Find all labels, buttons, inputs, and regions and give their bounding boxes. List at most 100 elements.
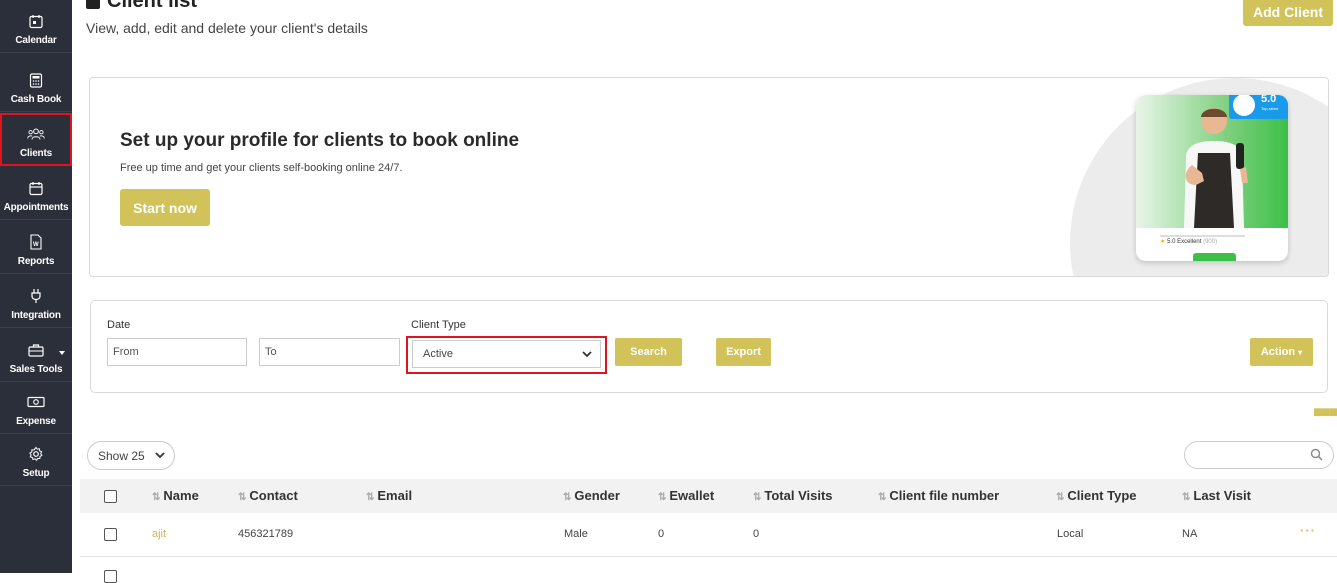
row-actions-icon[interactable]: ··· — [1300, 523, 1316, 538]
client-type-select-highlight: Active — [406, 336, 607, 374]
sidebar-item-label: Appointments — [3, 202, 69, 213]
table-row — [80, 558, 1337, 583]
cash-icon — [27, 393, 45, 411]
caret-down-icon: ▾ — [1298, 348, 1303, 357]
sort-icon: ⇅ — [658, 492, 667, 503]
search-button[interactable]: Search — [615, 338, 682, 366]
barber-illustration — [1184, 108, 1248, 228]
sidebar-item-label: Integration — [11, 310, 61, 321]
action-dropdown-button[interactable]: Action ▾ — [1250, 338, 1313, 366]
gear-icon — [27, 445, 45, 463]
sidebar-item-label: Reports — [17, 256, 55, 267]
page-size-value: Show 25 — [98, 448, 145, 463]
column-header-client-type[interactable]: ⇅ Client Type — [1056, 488, 1137, 503]
client-type: Local — [1057, 528, 1084, 540]
sidebar-item-label: Clients — [20, 148, 52, 159]
client-gender: Male — [564, 528, 588, 540]
page-title: Client list — [86, 0, 197, 13]
sort-icon: ⇅ — [878, 492, 887, 503]
sort-icon: ⇅ — [238, 492, 247, 503]
date-from-input[interactable]: From — [107, 338, 247, 366]
column-header-email[interactable]: ⇅ Email — [366, 488, 412, 503]
filter-panel: Date From To Client Type Active Search E… — [90, 300, 1328, 393]
sort-icon: ⇅ — [1056, 492, 1065, 503]
users-icon — [27, 125, 45, 143]
sidebar-item-sales-tools[interactable]: Sales Tools — [0, 329, 72, 382]
select-all-checkbox[interactable] — [104, 490, 117, 503]
sidebar-item-cash-book[interactable]: Cash Book — [0, 59, 72, 112]
export-button[interactable]: Export — [716, 338, 771, 366]
client-contact: 456321789 — [238, 528, 294, 540]
sidebar-item-label: Expense — [16, 416, 56, 427]
table-search-input[interactable] — [1184, 441, 1334, 469]
chevron-down-icon — [155, 452, 165, 459]
rating-value: 5.0 — [1261, 95, 1277, 105]
client-total-visits: 0 — [753, 528, 760, 540]
promo-book-button — [1193, 253, 1236, 261]
client-name-link[interactable]: ajit — [152, 528, 166, 540]
list-icon — [86, 0, 100, 9]
sidebar-item-label: Calendar — [15, 35, 57, 46]
sidebar-item-label: Cash Book — [10, 94, 62, 105]
calendar-icon — [27, 179, 45, 197]
row-checkbox[interactable] — [104, 570, 117, 583]
avatar — [1233, 95, 1255, 116]
column-header-contact[interactable]: ⇅ Contact — [238, 488, 298, 503]
client-type-label: Client Type — [411, 319, 466, 331]
table-row: ajit 456321789 Male 0 0 Local NA ··· — [80, 513, 1337, 557]
star-icon: ★ — [1160, 239, 1166, 245]
sidebar-item-expense[interactable]: Expense — [0, 381, 72, 434]
sidebar-item-label: Setup — [22, 468, 50, 479]
column-header-total-visits[interactable]: ⇅ Total Visits — [753, 488, 833, 503]
svg-text:W: W — [33, 242, 39, 248]
promo-illustration-card: 5.0 Top-rated ★ 5.0 Excellent (900) — [1136, 95, 1288, 261]
sort-icon: ⇅ — [1182, 492, 1191, 503]
date-to-input[interactable]: To — [259, 338, 400, 366]
add-client-button[interactable]: Add Client — [1243, 0, 1333, 26]
column-header-last-visit[interactable]: ⇅ Last Visit — [1182, 488, 1251, 503]
rating-badge: 5.0 Top-rated — [1229, 95, 1288, 119]
banner-text: Free up time and get your clients self-b… — [120, 162, 403, 174]
sidebar-item-appointments[interactable]: Appointments — [0, 167, 72, 220]
client-ewallet: 0 — [658, 528, 665, 540]
page-subtitle: View, add, edit and delete your client's… — [86, 20, 368, 36]
start-now-button[interactable]: Start now — [120, 189, 210, 226]
sidebar-item-setup[interactable]: Setup — [0, 433, 72, 486]
sort-icon: ⇅ — [152, 492, 161, 503]
client-type-select[interactable]: Active — [412, 340, 601, 368]
online-booking-banner: Set up your profile for clients to book … — [89, 77, 1329, 277]
calculator-icon — [27, 71, 45, 89]
column-header-ewallet[interactable]: ⇅ Ewallet — [658, 488, 714, 503]
sort-icon: ⇅ — [366, 492, 375, 503]
client-type-value: Active — [423, 348, 453, 360]
table-header: ⇅ Name ⇅ Contact ⇅ Email ⇅ Gender ⇅ Ewallet ⇅… — [80, 479, 1337, 513]
promo-excellent-label: ★ 5.0 Excellent (900) — [1160, 239, 1218, 245]
sort-icon: ⇅ — [753, 492, 762, 503]
search-icon — [1310, 448, 1323, 461]
page-title-text: Client list — [107, 0, 198, 12]
column-header-client-file-number[interactable]: ⇅ Client file number — [878, 488, 999, 503]
calendar-icon — [27, 12, 45, 30]
sidebar: Calendar Cash Book Clients Appointments … — [0, 0, 72, 573]
sidebar-item-label: Sales Tools — [9, 364, 63, 375]
promo-progress-bar — [1160, 235, 1245, 237]
plug-icon — [27, 287, 45, 305]
banner-heading: Set up your profile for clients to book … — [120, 130, 520, 151]
client-last-visit: NA — [1182, 528, 1198, 540]
column-header-name[interactable]: ⇅ Name — [152, 488, 199, 503]
sidebar-item-reports[interactable]: W Reports — [0, 221, 72, 274]
sort-icon: ⇅ — [563, 492, 572, 503]
sidebar-item-clients[interactable]: Clients — [0, 113, 72, 166]
page-size-select[interactable]: Show 25 — [87, 441, 175, 470]
more-options-icon[interactable]: ■■■ — [1313, 405, 1337, 421]
sidebar-item-calendar[interactable]: Calendar — [0, 0, 72, 53]
chevron-down-icon — [582, 351, 592, 358]
rating-caption: Top-rated — [1261, 106, 1278, 111]
sidebar-item-integration[interactable]: Integration — [0, 275, 72, 328]
document-icon: W — [27, 233, 45, 251]
row-checkbox[interactable] — [104, 528, 117, 541]
chevron-down-icon — [59, 351, 65, 355]
date-label: Date — [107, 319, 131, 331]
column-header-gender[interactable]: ⇅ Gender — [563, 488, 620, 503]
briefcase-icon — [27, 341, 45, 359]
